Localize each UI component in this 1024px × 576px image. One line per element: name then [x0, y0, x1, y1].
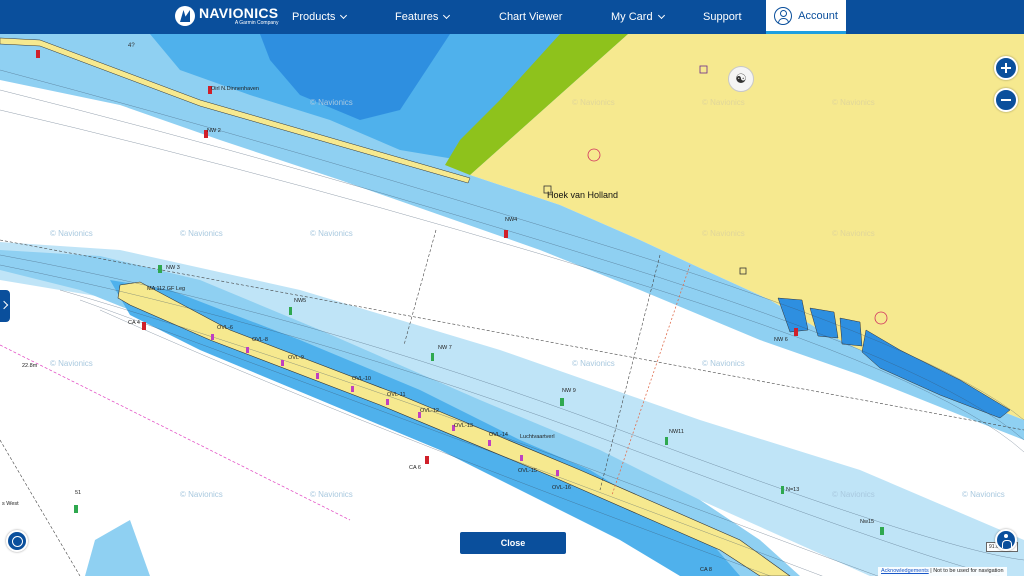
- mark-label: OVL-9: [288, 355, 304, 361]
- top-navigation-bar: NAVIONICS A Garmin Company Products Feat…: [0, 0, 1024, 34]
- account-button[interactable]: Account: [766, 0, 846, 34]
- layers-button[interactable]: [6, 530, 28, 552]
- mark-label: NW11: [669, 429, 684, 435]
- navigation-disclaimer: Not to be used for navigation: [933, 568, 1004, 574]
- map-footer-note: Acknowledgements | Not to be used for na…: [878, 567, 1007, 576]
- mark-label: OVL-10: [352, 376, 371, 382]
- mark-label: NW4: [505, 217, 518, 223]
- watermark: © Navionics: [50, 359, 93, 368]
- mark-label: NW 9: [562, 388, 576, 394]
- watermark: © Navionics: [832, 490, 875, 499]
- mark-label: NW5: [294, 298, 307, 304]
- watermark: © Navionics: [572, 98, 615, 107]
- zoom-out-button[interactable]: [994, 88, 1018, 112]
- navionics-logo[interactable]: NAVIONICS A Garmin Company: [175, 6, 278, 26]
- watermark: © Navionics: [702, 359, 745, 368]
- watermark: © Navionics: [310, 229, 353, 238]
- mark-label: NW 2: [207, 128, 221, 134]
- mark-label: NW 6: [774, 337, 788, 343]
- mark-label: OVL-16: [552, 485, 571, 491]
- watermark: © Navionics: [180, 229, 223, 238]
- watermark: © Navionics: [572, 359, 615, 368]
- nav-features[interactable]: Features: [395, 0, 451, 34]
- zoom-in-button[interactable]: [994, 56, 1018, 80]
- mark-label: NW 7: [438, 345, 452, 351]
- mark-label: OVL-11: [387, 392, 406, 398]
- watermark: © Navionics: [962, 490, 1005, 499]
- mark-label: CA 6: [409, 465, 421, 471]
- brand-name: NAVIONICS: [199, 5, 279, 21]
- chevron-down-icon: [443, 11, 451, 20]
- mark-label: s West: [2, 501, 19, 507]
- watermark: © Navionics: [50, 229, 93, 238]
- mark-label: OVL-12: [420, 408, 439, 414]
- nav-chart-viewer[interactable]: Chart Viewer: [499, 0, 562, 34]
- fork-knife-icon[interactable]: ☯: [728, 66, 754, 92]
- watermark: © Navionics: [310, 490, 353, 499]
- nav-support[interactable]: Support: [703, 0, 742, 34]
- watermark: © Navionics: [832, 229, 875, 238]
- mark-label: Nw15: [860, 519, 875, 525]
- mark-label: CA 8: [700, 567, 712, 573]
- mark-label: Luchtvaartverl: [520, 434, 555, 440]
- chevron-down-icon: [340, 11, 348, 20]
- nav-products[interactable]: Products: [292, 0, 348, 34]
- close-button[interactable]: Close: [460, 532, 566, 554]
- mark-label: OVL-13: [454, 423, 473, 429]
- watermark: © Navionics: [832, 98, 875, 107]
- chevron-down-icon: [657, 11, 665, 20]
- depth-label: 22.8m: [22, 363, 38, 369]
- nav-my-card[interactable]: My Card: [611, 0, 665, 34]
- mark-label: OVL-8: [252, 337, 268, 343]
- mark-label: MA 112 GF Leg: [147, 286, 186, 292]
- side-panel-toggle-button[interactable]: [0, 290, 10, 322]
- acknowledgements-link[interactable]: Acknowledgements: [881, 568, 929, 574]
- mark-label: Oirl N.Dinnenhaven: [211, 86, 259, 92]
- user-location-button[interactable]: [995, 529, 1017, 551]
- user-icon: [774, 6, 793, 25]
- watermark: © Navionics: [310, 98, 353, 107]
- mark-label: CA 4: [128, 320, 140, 326]
- account-label: Account: [798, 9, 838, 22]
- depth-label: 51: [75, 490, 82, 496]
- mark-label: NW 3: [166, 265, 180, 271]
- mark-label: OVL-6: [217, 325, 233, 331]
- mark-label: OVL-15: [518, 468, 537, 474]
- navionics-logo-icon: [175, 6, 195, 26]
- mark-label: OVL-14: [489, 432, 508, 438]
- watermark: © Navionics: [702, 98, 745, 107]
- place-label-hoek-van-holland: Hoek van Holland: [547, 190, 619, 200]
- nautical-chart-map[interactable]: 4? Hoek van Holland Oirl N.Dinnenhaven N…: [0, 34, 1024, 576]
- watermark: © Navionics: [180, 490, 223, 499]
- mark-label: N=13: [786, 487, 800, 493]
- watermark: © Navionics: [702, 229, 745, 238]
